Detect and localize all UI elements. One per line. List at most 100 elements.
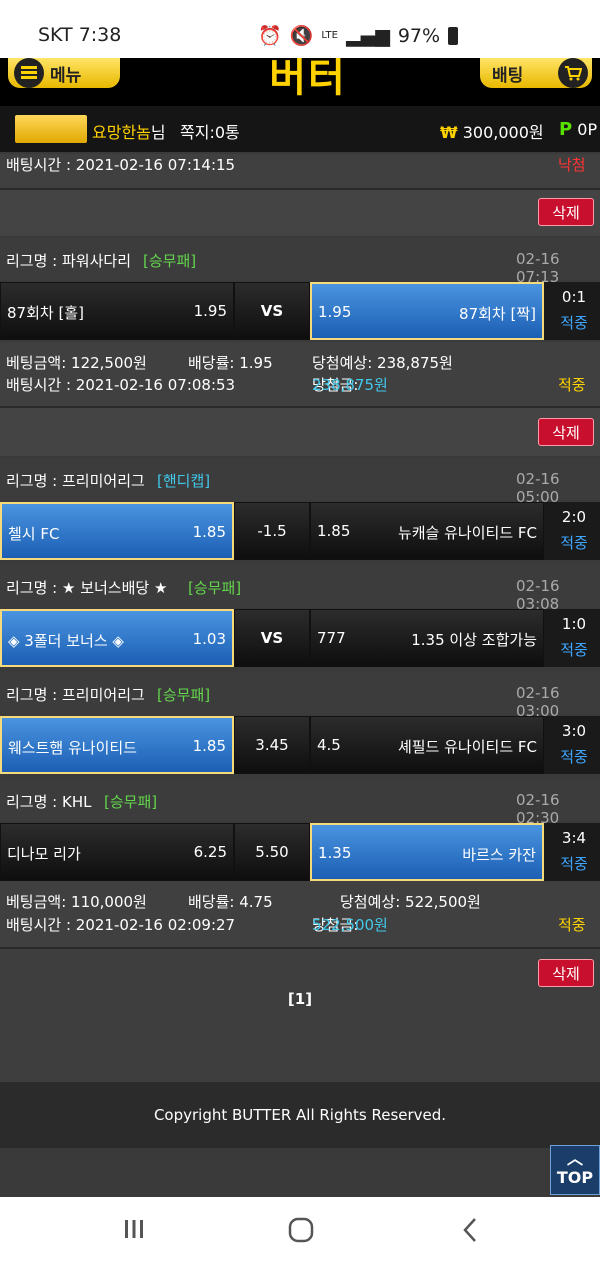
league-label: 리그명 : 프리미어리그 xyxy=(6,686,145,704)
cart-icon xyxy=(558,58,588,88)
home-team: 87회차 [홀] xyxy=(7,304,84,322)
site-header: 메뉴 버터 배팅 xyxy=(0,58,600,106)
bet-status: 적중 xyxy=(558,916,586,934)
home-pick[interactable]: 87회차 [홀] 1.95 xyxy=(0,282,234,340)
home-odds: 1.85 xyxy=(192,737,226,755)
delete-button[interactable]: 삭제 xyxy=(538,198,594,226)
league-type: [승무패] xyxy=(143,252,197,270)
action-band: 삭제 xyxy=(0,190,600,236)
away-pick[interactable]: 1.95 87회차 [짝] xyxy=(310,282,544,340)
menu-label: 메뉴 xyxy=(50,65,82,86)
points: P 0P xyxy=(559,119,597,140)
away-odds: 1.95 xyxy=(318,303,352,321)
back-icon[interactable] xyxy=(460,1217,480,1247)
chevron-up-icon: ︿ xyxy=(566,1149,583,1168)
action-band: 삭제 xyxy=(0,408,600,456)
home-pick[interactable]: ◈ 3폴더 보너스 ◈ 1.03 xyxy=(0,609,234,667)
league-header: 리그명 : 프리미어리그 [승무패] 02-16 03:00 xyxy=(0,672,600,720)
home-odds: 1.03 xyxy=(192,630,226,648)
away-team: 87회차 [짝] xyxy=(459,305,536,323)
league-type: [승무패] xyxy=(157,686,211,704)
away-odds: 777 xyxy=(317,629,346,647)
bet-time: 배팅시간 : 2021-02-16 02:09:27 xyxy=(6,916,236,934)
away-team: 셰필드 유나이티드 FC xyxy=(397,738,537,756)
match-result: 적중 xyxy=(560,534,588,552)
match-date: 02-16 07:13 xyxy=(516,250,560,286)
site-logo[interactable]: 버터 xyxy=(240,58,376,106)
league-header: 리그명 : ★ 보너스배당 ★ [승무패] 02-16 03:08 xyxy=(0,565,600,613)
league-type: [핸디캡] xyxy=(157,472,211,490)
draw-pick[interactable]: 5.50 xyxy=(234,823,310,881)
match-row: 87회차 [홀] 1.95 VS 1.95 87회차 [짝] 0:1 적중 xyxy=(0,282,600,340)
balance-value: 300,000원 xyxy=(462,123,544,142)
balance: ₩ 300,000원 xyxy=(440,119,544,143)
away-pick[interactable]: 1.85 뉴캐슬 유나이티드 FC xyxy=(310,502,544,560)
win-value: 522,500원 xyxy=(312,916,388,934)
league-header: 리그명 : 프리미어리그 [핸디캡] 02-16 05:00 xyxy=(0,458,600,506)
league-label: 리그명 : ★ 보너스배당 ★ xyxy=(6,579,168,597)
away-pick[interactable]: 1.35 바르스 카잔 xyxy=(310,823,544,881)
win-value: 238,875원 xyxy=(312,376,388,394)
away-pick[interactable]: 4.5 셰필드 유나이티드 FC xyxy=(310,716,544,774)
betting-button[interactable]: 배팅 xyxy=(480,58,592,88)
match-result: 적중 xyxy=(560,748,588,766)
battery-text: 97% xyxy=(397,24,441,47)
handicap-value: -1.5 xyxy=(257,522,287,540)
home-pick[interactable]: 첼시 FC 1.85 xyxy=(0,502,234,560)
match-date: 02-16 05:00 xyxy=(516,470,560,506)
draw-odds: 5.50 xyxy=(255,843,289,861)
home-team: 디나모 리가 xyxy=(7,845,81,863)
draw-pick[interactable]: VS xyxy=(234,609,310,667)
match-date: 02-16 03:08 xyxy=(516,577,560,613)
draw-pick[interactable]: -1.5 xyxy=(234,502,310,560)
username[interactable]: 요망한놈님 xyxy=(92,119,166,143)
league-label: 리그명 : 파워사다리 xyxy=(6,252,131,270)
match-row: 첼시 FC 1.85 -1.5 1.85 뉴캐슬 유나이티드 FC 2:0 적중 xyxy=(0,502,600,560)
score: 1:0 xyxy=(561,615,587,633)
draw-pick[interactable]: 3.45 xyxy=(234,716,310,774)
away-odds: 4.5 xyxy=(317,736,341,754)
bet-rate: 배당률: 4.75 xyxy=(188,893,273,911)
action-band: 삭제 xyxy=(0,949,600,1082)
bet-status: 적중 xyxy=(558,376,586,394)
score: 3:4 xyxy=(561,829,587,847)
draw-pick[interactable]: VS xyxy=(234,282,310,340)
notes-count[interactable]: 쪽지:0통 xyxy=(180,119,240,143)
match-row: 디나모 리가 6.25 5.50 1.35 바르스 카잔 3:4 적중 xyxy=(0,823,600,881)
point-icon: P xyxy=(559,119,573,140)
match-result: 적중 xyxy=(560,641,588,659)
home-odds: 6.25 xyxy=(193,843,227,861)
expected-win: 당첨예상: 522,500원 xyxy=(340,893,481,911)
expected-win: 당첨예상: 238,875원 xyxy=(312,354,453,372)
recent-apps-icon[interactable] xyxy=(122,1217,146,1245)
draw-value: VS xyxy=(260,629,284,647)
home-pick[interactable]: 웨스트햄 유나이티드 1.85 xyxy=(0,716,234,774)
league-label: 리그명 : KHL xyxy=(6,793,92,811)
league-header: 리그명 : KHL [승무패] 02-16 02:30 xyxy=(0,779,600,827)
bet-summary: 베팅금액: 110,000원 배당률: 4.75 당첨예상: 522,500원 … xyxy=(0,881,600,947)
home-icon[interactable] xyxy=(288,1217,314,1247)
footer-copyright: Copyright BUTTER All Rights Reserved. xyxy=(0,1082,600,1148)
user-bar: 요망한놈님 쪽지:0통 ₩ 300,000원 P 0P xyxy=(0,106,600,152)
home-pick[interactable]: 디나모 리가 6.25 xyxy=(0,823,234,881)
bet-rate: 배당률: 1.95 xyxy=(188,354,273,372)
bet-summary: 베팅금액: 122,500원 배당률: 1.95 당첨예상: 238,875원 … xyxy=(0,342,600,406)
score: 0:1 xyxy=(561,288,587,306)
bet-amount: 베팅금액: 122,500원 xyxy=(6,354,147,372)
away-pick[interactable]: 777 1.35 이상 조합가능 xyxy=(310,609,544,667)
battery-icon xyxy=(448,26,459,45)
scroll-top-button[interactable]: ︿ TOP xyxy=(550,1145,600,1195)
menu-button[interactable]: 메뉴 xyxy=(8,58,120,88)
league-type: [승무패] xyxy=(188,579,242,597)
delete-button[interactable]: 삭제 xyxy=(538,959,594,987)
points-value: 0P xyxy=(577,120,598,139)
bet-time: 배팅시간 : 2021-02-16 07:14:15 xyxy=(6,156,236,174)
match-result: 적중 xyxy=(560,855,588,873)
away-team: 바르스 카잔 xyxy=(462,846,536,864)
delete-button[interactable]: 삭제 xyxy=(538,418,594,446)
match-result: 적중 xyxy=(560,314,588,332)
signal-icon: ▂▄▆ xyxy=(345,24,390,47)
pagination-current[interactable]: [1] xyxy=(0,990,600,1008)
bet-time: 배팅시간 : 2021-02-16 07:08:53 xyxy=(6,376,236,394)
top-label: TOP xyxy=(556,1168,594,1187)
